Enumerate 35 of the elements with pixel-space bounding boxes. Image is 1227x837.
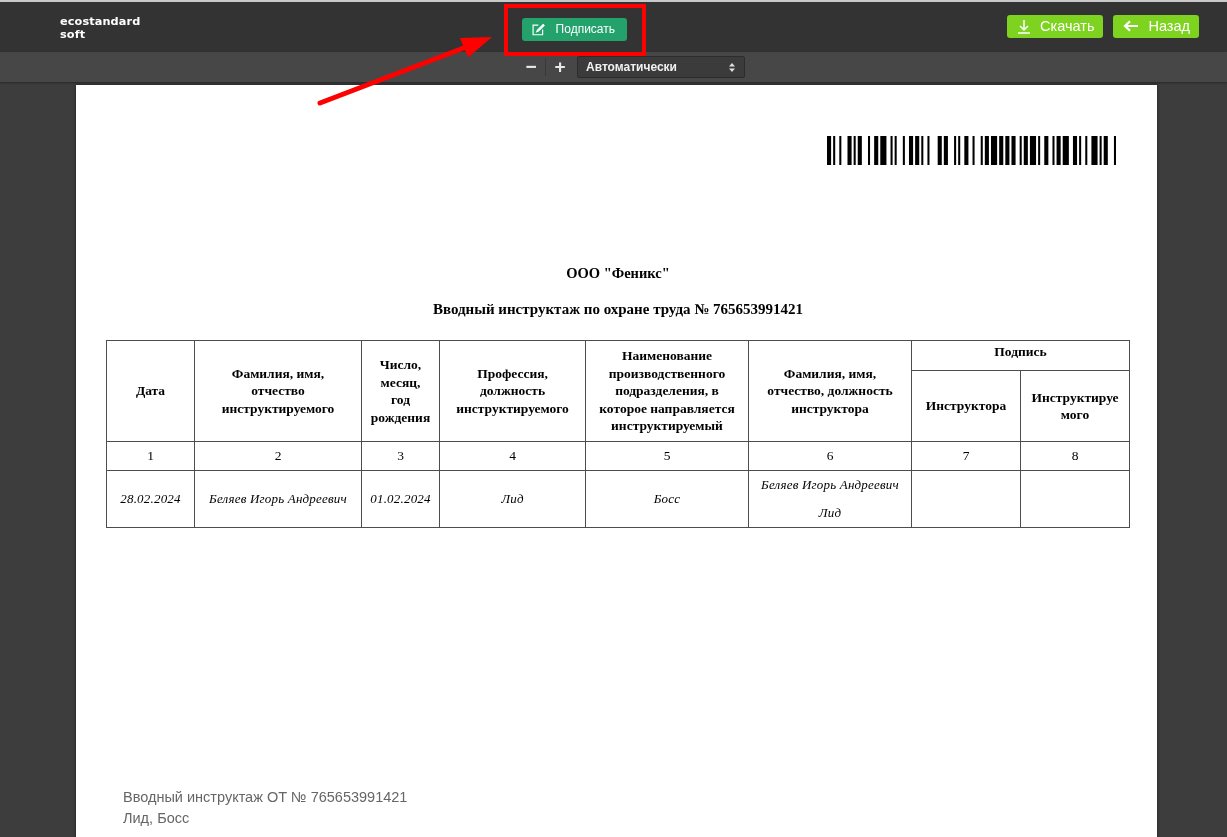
footer-text: Вводный инструктаж ОТ № 765653991421 xyxy=(123,788,408,807)
table-cell: Босс xyxy=(585,470,749,528)
up-down-icon xyxy=(729,62,735,72)
column-number: 7 xyxy=(911,441,1021,471)
column-group-header: Подпись xyxy=(911,340,1130,371)
column-number: 6 xyxy=(748,441,912,471)
table-cell: Беляев Игорь Андреевич Лид xyxy=(748,470,912,528)
zoom-out-button[interactable]: − xyxy=(521,56,541,78)
column-header: Профессия, должность инструктируемого xyxy=(439,340,586,442)
download-icon xyxy=(1017,18,1032,34)
column-header: Фамилия, имя, отчество инструктируемого xyxy=(194,340,362,442)
edit-icon xyxy=(532,22,545,36)
column-number: 8 xyxy=(1020,441,1130,471)
zoom-select[interactable]: Автоматически xyxy=(577,56,745,78)
column-number: 1 xyxy=(106,441,195,471)
company-name: ООО "Феникс" xyxy=(565,265,671,282)
footer-text: Лид, Босс xyxy=(123,809,190,828)
column-header: Инструктора xyxy=(911,370,1021,442)
arrow-left-icon xyxy=(1123,20,1140,32)
zoom-in-button[interactable]: + xyxy=(550,56,570,78)
logo: ecostandard soft xyxy=(60,14,142,41)
column-header: Дата xyxy=(106,340,195,442)
column-header: Наименование производственного подразделения, в которое направляется инструктируемый xyxy=(585,340,749,442)
column-header: Фамилия, имя, отчество, должность инструктора xyxy=(748,340,912,442)
column-number: 5 xyxy=(585,441,749,471)
table-cell: Беляев Игорь Андреевич xyxy=(194,470,362,528)
table-cell: 01.02.2024 xyxy=(361,470,440,528)
column-header: Число, месяц, год рождения xyxy=(361,340,440,442)
document-title: Вводный инструктаж по охране труда № 765653991421 xyxy=(431,301,805,318)
table-cell: Лид xyxy=(439,470,586,528)
table-cell: 28.02.2024 xyxy=(106,470,195,528)
column-number: 2 xyxy=(194,441,362,471)
column-header: Инструктируемого xyxy=(1020,370,1130,442)
column-number: 4 xyxy=(439,441,586,471)
column-number: 3 xyxy=(361,441,440,471)
